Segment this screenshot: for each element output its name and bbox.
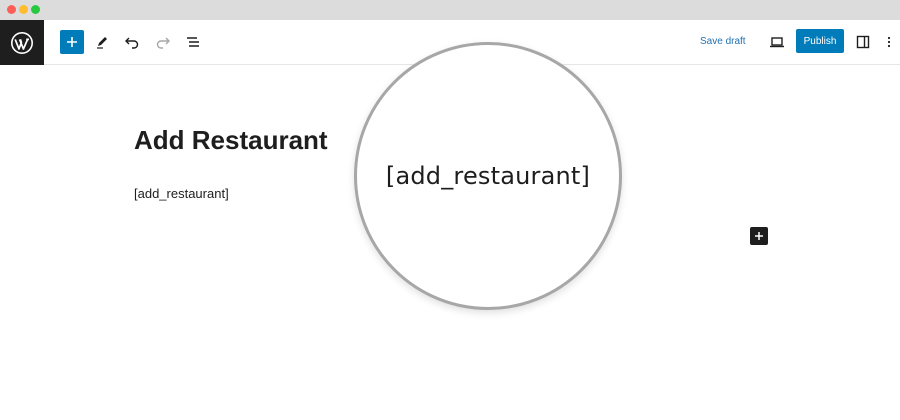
shortcode-block[interactable]: [add_restaurant] — [134, 186, 229, 202]
wordpress-logo-icon[interactable] — [0, 20, 44, 65]
preview-button[interactable] — [766, 30, 788, 54]
minimize-window-icon[interactable] — [19, 5, 28, 14]
maximize-window-icon[interactable] — [31, 5, 40, 14]
list-view-button[interactable] — [182, 30, 204, 54]
pen-icon — [97, 37, 107, 49]
block-inserter-button[interactable] — [750, 227, 768, 245]
page-title[interactable]: Add Restaurant — [134, 124, 328, 156]
options-button[interactable] — [882, 30, 896, 54]
redo-icon — [156, 37, 170, 49]
settings-button[interactable] — [852, 30, 874, 54]
close-window-icon[interactable] — [7, 5, 16, 14]
save-draft-button[interactable]: Save draft — [700, 34, 746, 50]
magnified-shortcode: [add_restaurant] — [385, 162, 591, 190]
list-view-icon — [187, 37, 199, 47]
undo-button[interactable] — [121, 30, 143, 54]
redo-button[interactable] — [152, 30, 174, 54]
vertical-ellipsis-icon — [887, 36, 891, 48]
add-block-button[interactable] — [60, 30, 84, 54]
plus-icon — [67, 37, 77, 47]
undo-icon — [125, 37, 139, 49]
magnifier-callout: [add_restaurant] — [354, 42, 622, 310]
window-titlebar — [0, 0, 900, 20]
editor-window: Save draft Publish Add Restaurant [add_r… — [0, 0, 900, 420]
plus-icon — [755, 232, 763, 240]
tools-button[interactable] — [92, 30, 112, 54]
laptop-icon — [770, 37, 784, 48]
publish-button[interactable]: Publish — [796, 29, 844, 53]
sidebar-icon — [856, 35, 870, 49]
